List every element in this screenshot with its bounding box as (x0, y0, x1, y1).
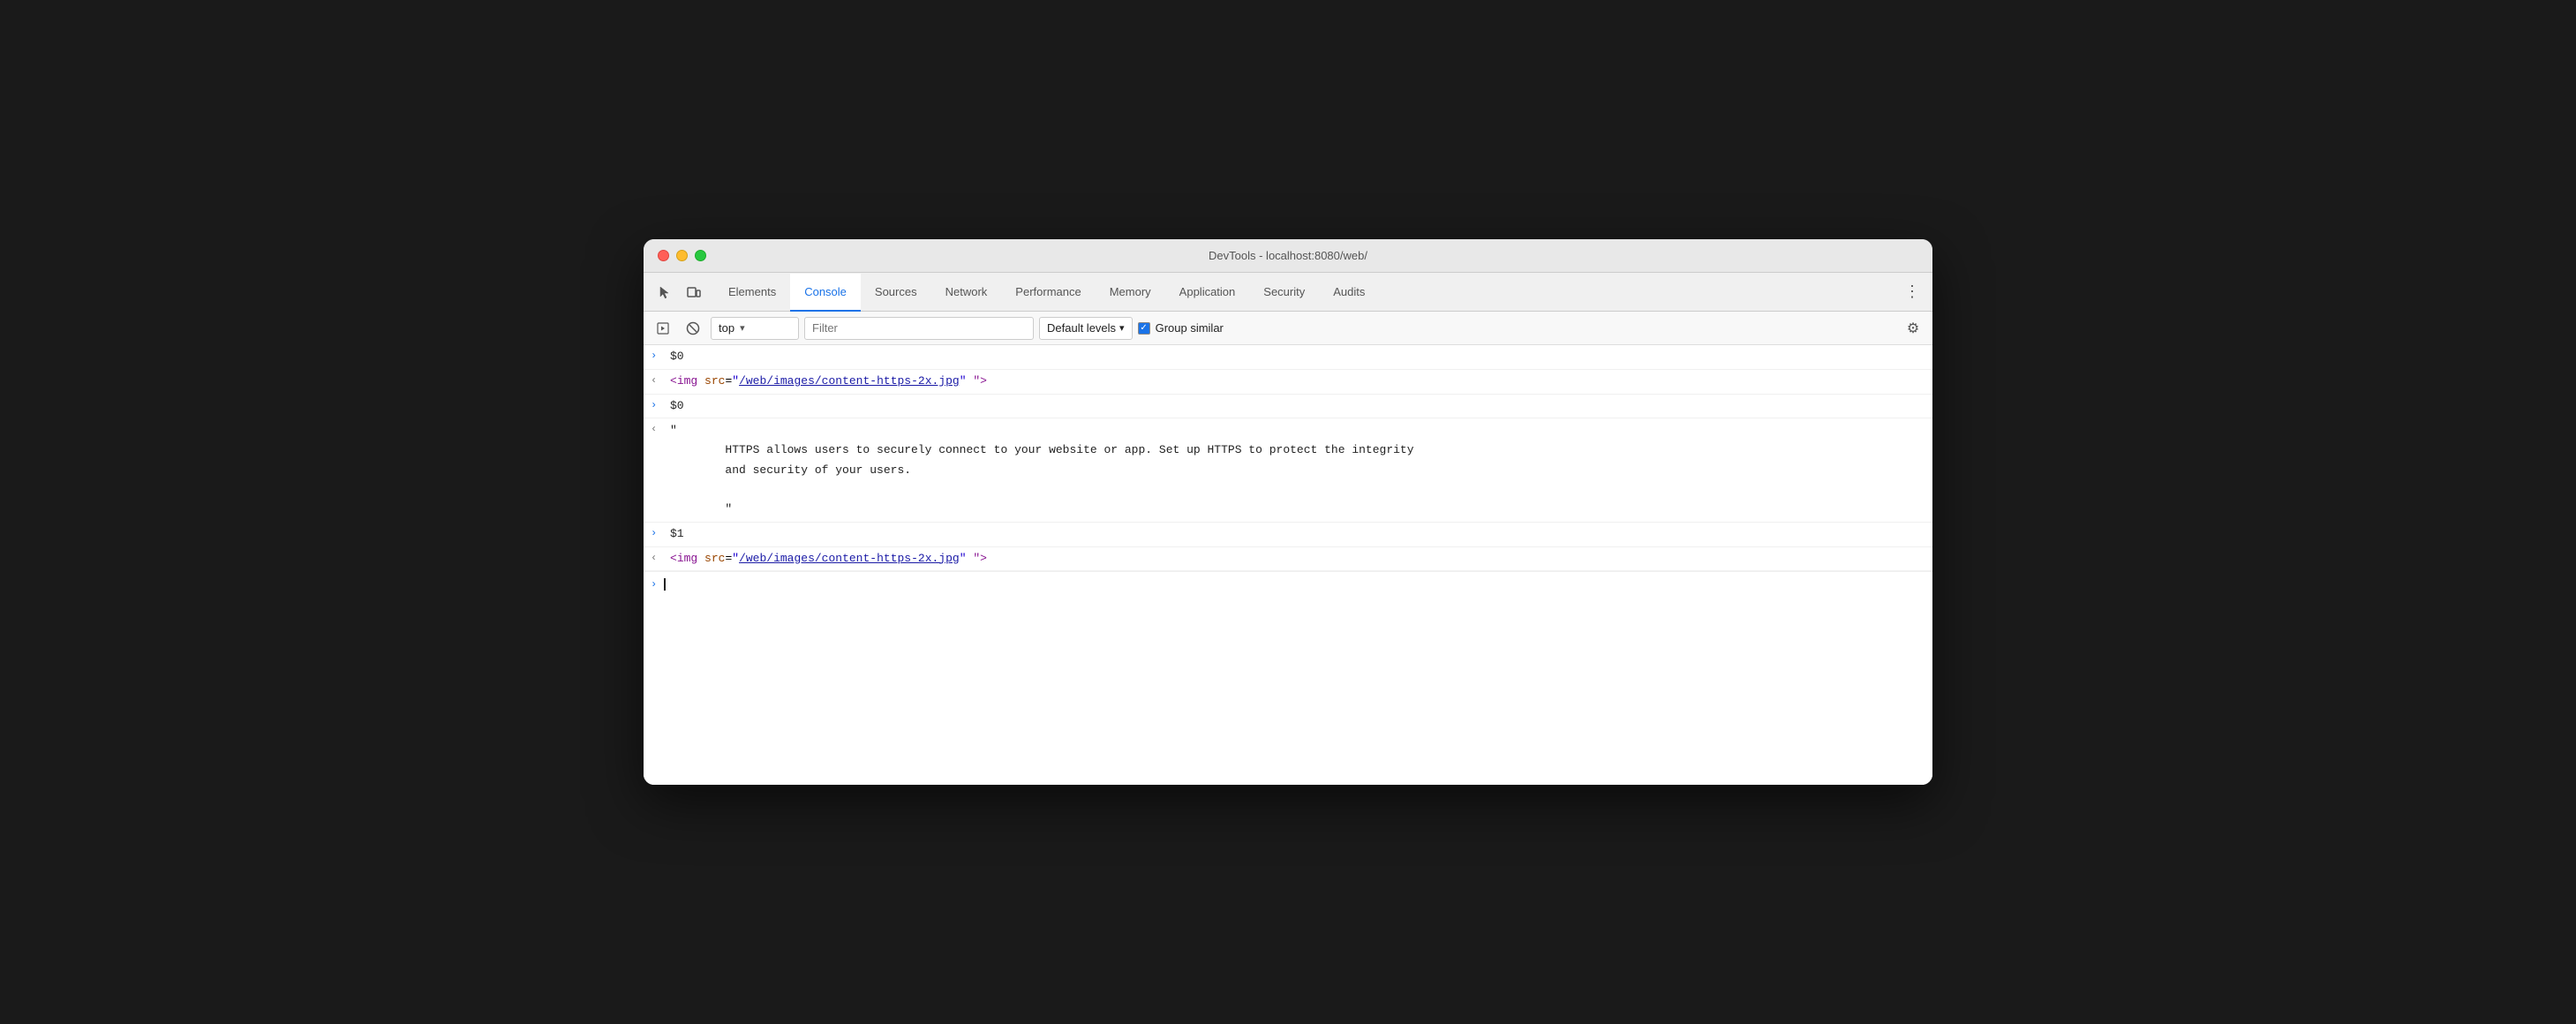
group-similar-toggle[interactable]: ✓ Group similar (1138, 321, 1224, 335)
input-arrow-3: › (651, 525, 663, 539)
console-output-multiline-text: " HTTPS allows users to securely connect… (670, 421, 1925, 518)
console-output-text: <img src="/web/images/content-https-2x.j… (670, 373, 1925, 391)
devtools-panel: Elements Console Sources Network Perform… (644, 273, 1932, 785)
output-arrow-2: ‹ (651, 550, 663, 564)
traffic-lights (658, 250, 706, 261)
tab-console[interactable]: Console (790, 274, 861, 312)
console-input-text: $0 (670, 348, 1925, 366)
console-input-row-3: › $1 (644, 523, 1932, 547)
console-input-row-2: › $0 (644, 395, 1932, 419)
close-button[interactable] (658, 250, 669, 261)
output-arrow: ‹ (651, 373, 663, 387)
console-toolbar: top ▾ Default levels ▾ ✓ Group similar ⚙ (644, 312, 1932, 345)
tabs-container: Elements Console Sources Network Perform… (714, 273, 1899, 311)
console-output-row: ‹ <img src="/web/images/content-https-2x… (644, 370, 1932, 395)
tab-sources[interactable]: Sources (861, 274, 931, 312)
cursor (664, 578, 666, 591)
console-input-text-3: $1 (670, 525, 1925, 544)
prompt-arrow: › (651, 578, 657, 591)
input-arrow: › (651, 348, 663, 362)
clear-icon[interactable] (681, 316, 705, 341)
cursor-icon[interactable] (651, 279, 677, 305)
filter-input[interactable] (804, 317, 1034, 340)
console-input-row: › $0 (644, 345, 1932, 370)
tab-security[interactable]: Security (1249, 274, 1319, 312)
console-content: › $0 ‹ <img src="/web/images/content-htt… (644, 345, 1932, 785)
console-output-row-2: ‹ <img src="/web/images/content-https-2x… (644, 547, 1932, 572)
tab-icons (651, 279, 707, 305)
tab-application[interactable]: Application (1165, 274, 1250, 312)
tab-memory[interactable]: Memory (1096, 274, 1165, 312)
output-arrow-multiline: ‹ (651, 421, 663, 435)
input-arrow-2: › (651, 397, 663, 411)
more-tabs-button[interactable]: ⋮ (1899, 279, 1925, 305)
minimize-button[interactable] (676, 250, 688, 261)
window-title: DevTools - localhost:8080/web/ (1209, 249, 1367, 262)
maximize-button[interactable] (695, 250, 706, 261)
tab-elements[interactable]: Elements (714, 274, 790, 312)
console-prompt[interactable]: › (644, 571, 1932, 596)
context-selector[interactable]: top ▾ (711, 317, 799, 340)
levels-dropdown[interactable]: Default levels ▾ (1039, 317, 1133, 340)
group-similar-checkbox[interactable]: ✓ (1138, 322, 1150, 335)
device-toggle-icon[interactable] (681, 279, 707, 305)
console-output-multiline-row: ‹ " HTTPS allows users to securely conne… (644, 418, 1932, 522)
execute-icon[interactable] (651, 316, 675, 341)
tab-network[interactable]: Network (931, 274, 1002, 312)
tab-bar: Elements Console Sources Network Perform… (644, 273, 1932, 312)
title-bar: DevTools - localhost:8080/web/ (644, 239, 1932, 273)
tab-performance[interactable]: Performance (1001, 274, 1095, 312)
devtools-window: DevTools - localhost:8080/web/ (644, 239, 1932, 785)
console-input-text-2: $0 (670, 397, 1925, 416)
console-output-text-2: <img src="/web/images/content-https-2x.j… (670, 550, 1925, 568)
settings-icon[interactable]: ⚙ (1901, 316, 1925, 341)
tab-audits[interactable]: Audits (1319, 274, 1379, 312)
